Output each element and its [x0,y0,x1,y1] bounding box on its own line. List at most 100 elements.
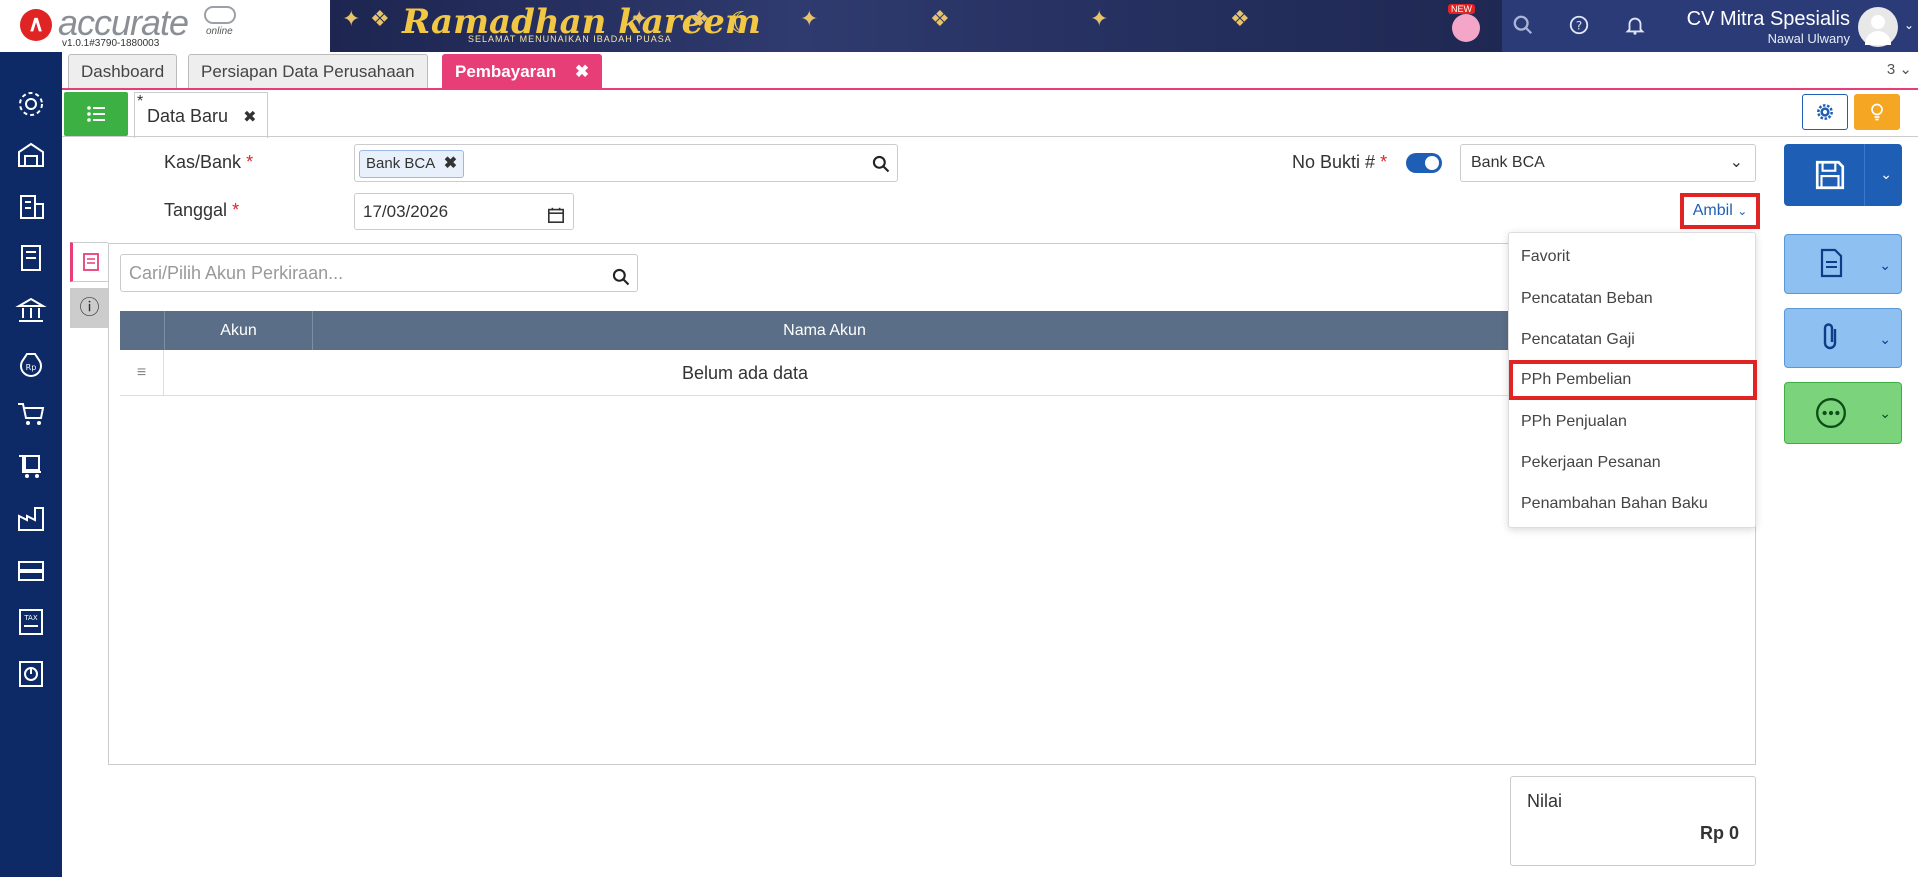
more-actions-button[interactable]: ⌄ [1784,382,1902,444]
settings-gear-button[interactable] [1802,94,1848,130]
assets-icon[interactable] [15,554,47,586]
menu-item-pencatatan-beban[interactable]: Pencatatan Beban [1509,279,1757,319]
cart-icon[interactable] [15,398,47,430]
tab-persiapan-data[interactable]: Persiapan Data Perusahaan [188,54,428,88]
menu-item-favorit[interactable]: Favorit [1509,237,1757,277]
new-badge: NEW [1448,4,1475,14]
no-bukti-label: No Bukti # * [1292,152,1388,172]
chevron-down-icon[interactable]: ⌄ [1879,257,1891,274]
column-header-drag [120,311,164,350]
chevron-down-icon: ⌄ [1737,204,1748,218]
lantern-icon: ✦ [1090,6,1109,31]
tanggal-label: Tanggal * [164,200,240,220]
tax-icon[interactable]: TAX [15,606,47,638]
app-logo[interactable]: ∧ accurate online v1.0.1#3790-1880003 [0,0,330,52]
svg-text:?: ? [1576,19,1582,33]
user-name: Nawal Ulwany [1767,31,1850,46]
report-chart-icon[interactable] [15,658,47,690]
empty-message: Belum ada data [681,363,809,383]
tab-dashboard[interactable]: Dashboard [68,54,178,88]
lantern-icon: ❖ [370,6,390,31]
chevron-down-icon[interactable]: ⌄ [1880,166,1892,183]
chevron-down-icon[interactable]: ⌄ [1879,405,1891,422]
warehouse-icon[interactable] [15,138,47,170]
page-tabs: Dashboard Persiapan Data Perusahaan Pemb… [62,52,1918,90]
divider [62,136,1918,137]
close-icon[interactable]: ✖ [243,109,256,126]
tips-bulb-button[interactable] [1854,94,1900,130]
help-icon[interactable]: ? [1568,14,1590,36]
sidebar: Rp TAX [0,52,62,877]
subtab-label: Data Baru [147,106,229,126]
tab-label: Pembayaran [455,62,557,81]
auto-number-toggle[interactable] [1406,153,1442,173]
calendar-icon[interactable] [547,201,565,236]
document-tab-icon[interactable] [70,242,108,282]
nilai-label: Nilai [1527,791,1563,811]
search-icon[interactable] [1512,14,1534,36]
company-building-icon[interactable] [15,190,47,222]
document-icon [1805,247,1857,284]
drag-handle-icon[interactable]: ≡ [120,350,164,396]
search-icon[interactable] [611,263,631,299]
more-dots-icon [1805,396,1857,435]
ramadan-banner: ✦ ❖ Ramadhan kareem SELAMAT MENUNAIKAN I… [330,0,1502,52]
ambil-button[interactable]: Ambil ⌄ [1680,193,1760,229]
tanggal-input[interactable]: 17/03/2026 [354,193,574,230]
info-tab-icon[interactable]: ⓘ [70,288,108,328]
user-avatar[interactable] [1858,7,1898,47]
factory-icon[interactable] [15,502,47,534]
kas-bank-chip[interactable]: Bank BCA ✖ [359,150,465,178]
close-icon[interactable]: ✖ [575,62,589,81]
chevron-down-icon[interactable]: ⌄ [1879,331,1891,348]
no-bukti-select[interactable]: Bank BCA ⌄ [1460,144,1756,182]
lantern-icon: ✦ [342,6,361,31]
kas-bank-label: Kas/Bank * [164,152,254,172]
menu-item-penambahan-bahan-baku[interactable]: Penambahan Bahan Baku [1509,484,1757,524]
menu-item-pph-penjualan[interactable]: PPh Penjualan [1509,402,1757,442]
lantern-icon: ❖ [690,6,710,31]
menu-item-pencatatan-gaji[interactable]: Pencatatan Gaji [1509,320,1757,360]
column-header-akun[interactable]: Akun [164,311,312,350]
attachment-button[interactable]: ⌄ [1784,308,1902,368]
logo-mark-icon: ∧ [20,9,52,41]
top-bar: ∧ accurate online v1.0.1#3790-1880003 ✦ … [0,0,1918,52]
logo-sub: online [206,26,233,37]
money-bag-icon[interactable]: Rp [15,346,47,378]
nilai-box: Nilai Rp 0 [1510,776,1756,866]
save-icon [1804,158,1856,197]
lantern-icon: ✦ [800,6,819,31]
chip-remove-icon[interactable]: ✖ [444,151,457,177]
bank-icon[interactable] [15,294,47,326]
modified-mark: * [137,93,144,110]
header-right: ? CV Mitra Spesialis Nawal Ulwany ⌄ [1502,0,1918,52]
chevron-down-icon[interactable]: ⌄ [1904,18,1914,32]
nilai-value: Rp 0 [1699,823,1739,843]
ambil-dropdown-menu: Favorit Pencatatan Beban Pencatatan Gaji… [1508,232,1757,528]
moon-icon: ☾ [728,7,755,40]
print-document-button[interactable]: ⌄ [1784,234,1902,294]
shop-cart-icon[interactable] [15,450,47,482]
subtab-data-baru[interactable]: * Data Baru ✖ [134,92,268,138]
cloud-icon [204,6,236,24]
company-name[interactable]: CV Mitra Spesialis [1687,8,1850,31]
lantern-icon: ✦ [630,6,649,31]
paperclip-icon [1805,321,1857,358]
tab-count[interactable]: 3 ⌄ [1887,60,1912,78]
menu-item-pekerjaan-pesanan[interactable]: Pekerjaan Pesanan [1509,443,1757,483]
ledger-book-icon[interactable] [15,242,47,274]
search-icon[interactable] [871,154,891,179]
bell-icon[interactable] [1624,14,1646,36]
save-button[interactable]: ⌄ [1784,144,1902,206]
chevron-down-icon: ⌄ [1729,154,1743,171]
account-search-input[interactable]: Cari/Pilih Akun Perkiraan... [120,254,638,292]
kas-bank-field[interactable]: Bank BCA ✖ [354,144,898,182]
mascot-icon[interactable] [1452,14,1480,42]
svg-text:Rp: Rp [26,363,37,372]
settings-icon[interactable] [15,88,47,120]
tab-pembayaran[interactable]: Pembayaran ✖ [442,54,603,88]
version-text: v1.0.1#3790-1880003 [62,38,160,49]
list-view-button[interactable] [64,92,128,136]
banner-subtitle: SELAMAT MENUNAIKAN IBADAH PUASA [468,34,672,44]
menu-item-pph-pembelian[interactable]: PPh Pembelian [1509,360,1757,400]
